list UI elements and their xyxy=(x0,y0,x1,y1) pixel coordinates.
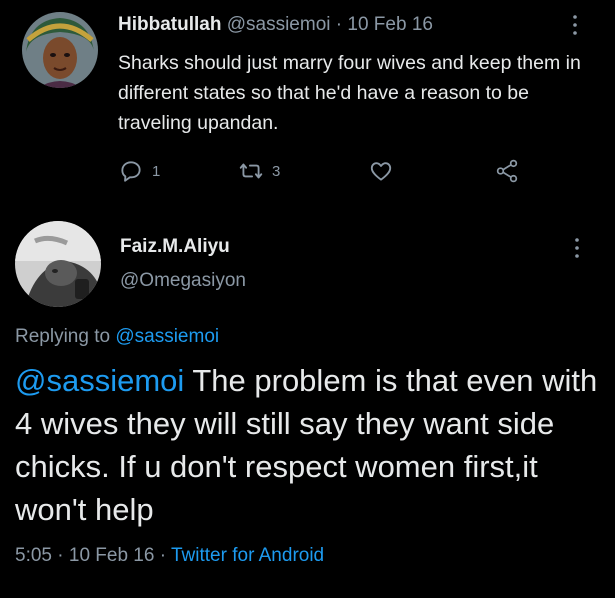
reply-icon xyxy=(121,161,141,182)
avatar-image xyxy=(22,12,98,88)
separator-dot: · xyxy=(159,545,167,566)
mention-link[interactable]: @sassiemoi xyxy=(15,363,184,398)
author-handle[interactable]: @Omegasiyon xyxy=(120,270,246,292)
share-button[interactable] xyxy=(494,158,520,184)
tweet-date[interactable]: 10 Feb 16 xyxy=(69,545,155,566)
tweet-meta: 5:05 · 10 Feb 16 · Twitter for Android xyxy=(15,545,324,567)
avatar[interactable] xyxy=(15,221,101,307)
replying-prefix: Replying to xyxy=(15,326,111,347)
tweet-time[interactable]: 5:05 xyxy=(15,545,52,566)
avatar[interactable] xyxy=(22,12,98,88)
retweet-count: 3 xyxy=(272,162,281,180)
retweet-icon xyxy=(239,163,263,179)
more-icon[interactable] xyxy=(568,14,582,36)
tweet-source-link[interactable]: Twitter for Android xyxy=(171,545,324,566)
tweet-text: Sharks should just marry four wives and … xyxy=(118,52,581,134)
author-handle[interactable]: @sassiemoi xyxy=(227,14,331,35)
retweet-button[interactable]: 3 xyxy=(238,158,280,184)
avatar-image xyxy=(15,221,101,307)
separator-dot: · xyxy=(335,14,343,35)
author-name[interactable]: Faiz.M.Aliyu xyxy=(120,236,230,258)
share-icon xyxy=(496,159,518,183)
tweet-date[interactable]: 10 Feb 16 xyxy=(347,14,433,35)
tweet-header: Hibbatullah @sassiemoi · 10 Feb 16 xyxy=(118,14,433,36)
like-button[interactable] xyxy=(368,158,394,184)
author-name[interactable]: Hibbatullah xyxy=(118,14,221,35)
like-icon xyxy=(370,162,392,181)
replying-to: Replying to @sassiemoi xyxy=(15,326,219,348)
tweet-actions: 1 3 xyxy=(118,158,538,184)
more-icon[interactable] xyxy=(570,237,584,259)
replying-handle-link[interactable]: @sassiemoi xyxy=(115,326,219,347)
tweet-text: @sassiemoi The problem is that even with… xyxy=(15,359,605,531)
reply-count: 1 xyxy=(152,162,161,180)
reply-button[interactable]: 1 xyxy=(118,158,160,184)
separator-dot: · xyxy=(57,545,64,566)
